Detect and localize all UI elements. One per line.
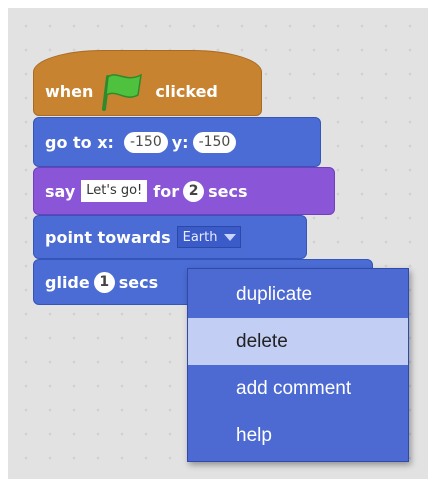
secs-label: secs	[208, 181, 248, 201]
glide-secs-label: secs	[118, 272, 159, 292]
say-label: say	[45, 181, 76, 201]
green-flag-icon	[101, 71, 147, 111]
point-towards-block[interactable]: point towards Earth	[33, 215, 307, 259]
menu-item-add-comment[interactable]: add comment	[188, 365, 408, 412]
y-label: y:	[171, 132, 189, 152]
menu-item-delete[interactable]: delete	[188, 318, 408, 365]
go-to-xy-block[interactable]: go to x: -150 y: -150	[33, 117, 321, 167]
menu-item-help[interactable]: help	[188, 412, 408, 459]
clicked-label: clicked	[155, 81, 218, 101]
say-for-secs-block[interactable]: say Let's go! for 2 secs	[33, 167, 335, 215]
y-input[interactable]: -150	[192, 131, 237, 153]
target-value: Earth	[182, 229, 218, 245]
target-dropdown[interactable]: Earth	[176, 226, 241, 248]
glide-secs-input[interactable]: 1	[93, 271, 115, 293]
message-input[interactable]: Let's go!	[81, 180, 148, 202]
dropdown-arrow-icon	[223, 233, 236, 241]
glide-label: glide	[45, 272, 90, 292]
for-label: for	[153, 181, 180, 201]
point-towards-label: point towards	[45, 227, 171, 247]
context-menu: duplicate delete add comment help	[187, 268, 409, 462]
when-flag-clicked-block[interactable]: when clicked	[33, 50, 262, 116]
menu-item-duplicate[interactable]: duplicate	[188, 271, 408, 318]
x-input[interactable]: -150	[123, 131, 168, 153]
go-to-label: go to x:	[45, 132, 114, 152]
secs-input[interactable]: 2	[183, 180, 205, 202]
when-label: when	[45, 81, 94, 101]
